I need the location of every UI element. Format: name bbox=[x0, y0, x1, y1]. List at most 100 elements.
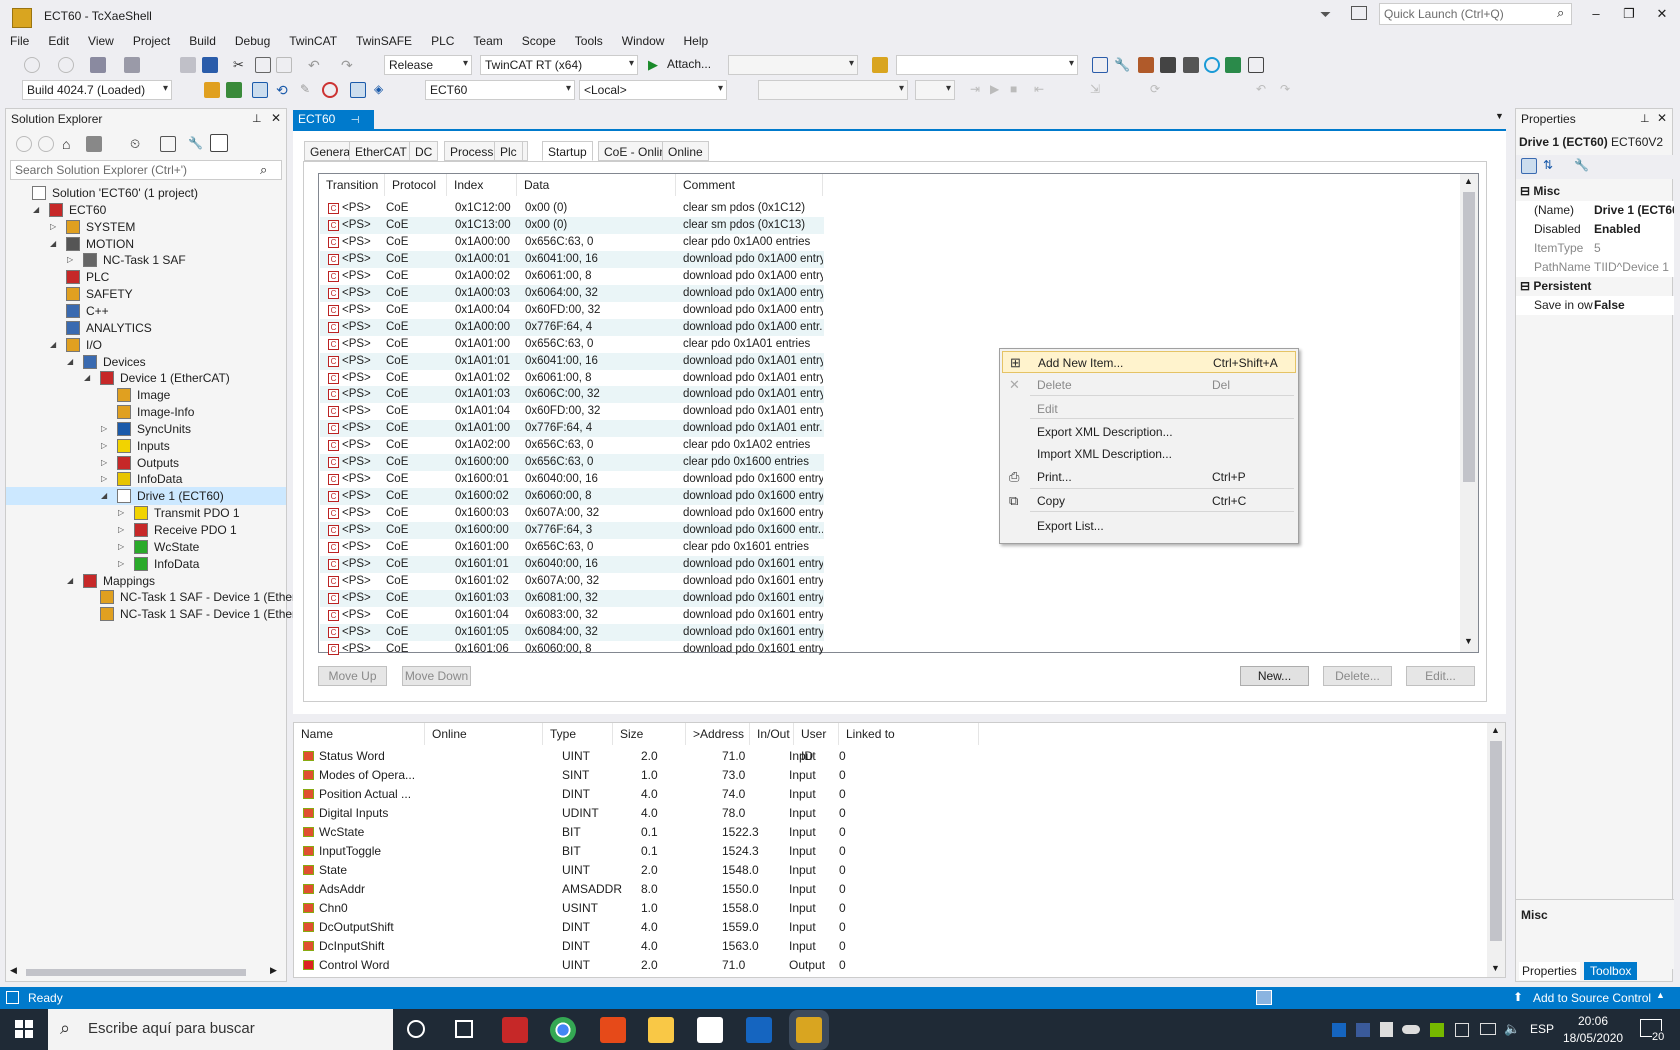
variable-row[interactable]: Control Word UINT 2.0 71.0 Output 0 bbox=[294, 956, 894, 975]
preview-icon[interactable] bbox=[210, 134, 228, 152]
context-menu-item-edit[interactable]: Edit bbox=[1002, 398, 1296, 420]
menu-twinsafe[interactable]: TwinSAFE bbox=[346, 32, 421, 48]
tree-item[interactable]: ◢ Device 1 (EtherCAT) bbox=[6, 369, 286, 387]
startup-row[interactable]: C <PS> CoE 0x1600:02 0x6060:00, 8 download pd… bbox=[320, 488, 824, 506]
tree-item[interactable]: ▷ SyncUnits bbox=[6, 420, 286, 438]
notification-icon[interactable] bbox=[1256, 990, 1272, 1005]
menu-help[interactable]: Help bbox=[673, 32, 717, 48]
property-row[interactable]: PathName TIID^Device 1 bbox=[1516, 258, 1674, 277]
new-project-icon[interactable] bbox=[90, 57, 106, 73]
startup-row[interactable]: C <PS> CoE 0x1A01:03 0x606C:00, 32 download p… bbox=[320, 386, 824, 404]
plc-stop-icon[interactable]: ■ bbox=[1010, 82, 1026, 98]
tree-item[interactable]: ANALYTICS bbox=[6, 319, 286, 337]
variables-scrollbar[interactable]: ▲ ▼ bbox=[1487, 723, 1505, 977]
variable-row[interactable]: State UINT 2.0 1548.0 Input 0 bbox=[294, 861, 894, 880]
category-persistent[interactable]: ⊟ Persistent bbox=[1516, 277, 1674, 296]
move-up-button[interactable]: Move Up bbox=[318, 666, 387, 686]
variable-row[interactable]: WcState BIT 0.1 1522.3 Input 0 bbox=[294, 823, 894, 842]
menu-twincat[interactable]: TwinCAT bbox=[279, 32, 346, 48]
plc-undo-icon[interactable]: ↶ bbox=[1256, 82, 1272, 98]
tab-toolbox[interactable]: Toolbox bbox=[1584, 962, 1638, 980]
expanded-arrow-icon[interactable]: ◢ bbox=[67, 572, 73, 590]
home-icon[interactable]: ⌂ bbox=[62, 136, 78, 152]
context-menu-item-print[interactable]: ⎙ Print... Ctrl+P bbox=[1002, 466, 1296, 488]
reload-icon[interactable]: ⟲ bbox=[276, 82, 292, 98]
twincat-icon-5[interactable] bbox=[1204, 57, 1220, 73]
attach-button[interactable]: Attach... bbox=[667, 57, 711, 71]
collapsed-arrow-icon[interactable]: ▷ bbox=[118, 504, 124, 522]
switch-views-icon[interactable] bbox=[86, 136, 102, 152]
plc-logout-icon[interactable]: ⇤ bbox=[1034, 82, 1050, 98]
tree-item[interactable]: ▷ Outputs bbox=[6, 454, 286, 472]
clock-date[interactable]: 18/05/2020 bbox=[1563, 1031, 1623, 1045]
save-all-icon[interactable] bbox=[202, 57, 218, 73]
search-solution-icon[interactable]: ⌕ bbox=[260, 162, 267, 178]
tree-item[interactable]: NC-Task 1 SAF - Device 1 (EtherCAT) bbox=[6, 588, 323, 606]
startup-row[interactable]: C <PS> CoE 0x1A00:03 0x6064:00, 32 download p… bbox=[320, 284, 824, 302]
context-menu-item-export-list[interactable]: Export List... bbox=[1002, 515, 1296, 537]
startup-row[interactable]: C <PS> CoE 0x1600:00 0x656C:63, 0 clear pdo 0… bbox=[320, 454, 824, 472]
tree-item[interactable]: ◢ Devices bbox=[6, 353, 286, 371]
collapse-icon[interactable]: ⊟ bbox=[1520, 184, 1530, 198]
office-app-icon[interactable] bbox=[600, 1017, 626, 1043]
windows-start-icon[interactable] bbox=[15, 1020, 33, 1038]
alphabetical-icon[interactable]: ⇅ bbox=[1543, 158, 1559, 174]
move-down-button[interactable]: Move Down bbox=[402, 666, 471, 686]
column-header-protocol[interactable]: Protocol bbox=[385, 174, 447, 196]
tray-onedrive-icon[interactable] bbox=[1402, 1025, 1420, 1034]
var-column-user-id[interactable]: User ID bbox=[794, 723, 839, 763]
tray-network-icon[interactable] bbox=[1480, 1023, 1496, 1035]
context-menu-item-import-xml-description[interactable]: Import XML Description... bbox=[1002, 443, 1296, 465]
plc-step-icon[interactable]: ⇲ bbox=[1090, 82, 1106, 98]
props-close-icon[interactable]: ✕ bbox=[1657, 111, 1667, 125]
restart-icon[interactable] bbox=[226, 82, 242, 98]
scan-icon[interactable]: ✎ bbox=[300, 82, 316, 98]
collapsed-arrow-icon[interactable]: ▷ bbox=[118, 555, 124, 573]
object-selector[interactable]: Drive 1 (ECT60) ECT60V2 bbox=[1519, 135, 1671, 153]
startup-row[interactable]: C <PS> CoE 0x1A01:02 0x6061:00, 8 download pd… bbox=[320, 370, 824, 387]
filter-icon[interactable]: ⏷ bbox=[1320, 6, 1331, 23]
startup-row[interactable]: C <PS> CoE 0x1601:04 0x6083:00, 32 download p… bbox=[320, 607, 824, 624]
context-menu-item-delete[interactable]: ✕ Delete Del bbox=[1002, 374, 1296, 396]
scroll-thumb[interactable] bbox=[26, 969, 246, 976]
startup-row[interactable]: C <PS> CoE 0x1A01:00 0x656C:63, 0 clear pdo 0… bbox=[320, 336, 824, 353]
plc-start-icon[interactable]: ▶ bbox=[990, 82, 1006, 98]
quick-launch-input[interactable]: Quick Launch (Ctrl+Q) bbox=[1379, 3, 1572, 25]
column-header-index[interactable]: Index bbox=[447, 174, 517, 196]
startup-row[interactable]: C <PS> CoE 0x1A00:00 0x776F:64, 4 download pd… bbox=[320, 318, 824, 336]
tray-volume-icon[interactable]: 🔈 bbox=[1504, 1021, 1520, 1037]
document-menu-icon[interactable]: ▼ bbox=[1495, 111, 1504, 121]
open-icon[interactable] bbox=[124, 57, 140, 73]
play-icon[interactable]: ▶ bbox=[648, 57, 664, 73]
collapsed-arrow-icon[interactable]: ▷ bbox=[67, 251, 73, 269]
target-select[interactable]: <Local> bbox=[579, 80, 727, 100]
project-select[interactable]: ECT60 bbox=[425, 80, 575, 100]
collapsed-arrow-icon[interactable]: ▷ bbox=[118, 521, 124, 539]
startup-row[interactable]: C <PS> CoE 0x1A01:04 0x60FD:00, 32 download p… bbox=[320, 403, 824, 420]
scroll-thumb[interactable] bbox=[1490, 741, 1502, 941]
collapsed-arrow-icon[interactable]: ▷ bbox=[50, 218, 56, 236]
startup-row[interactable]: C <PS> CoE 0x1C12:00 0x00 (0) clear sm pdos (… bbox=[320, 200, 824, 217]
plc-reset-icon[interactable]: ⟳ bbox=[1150, 82, 1166, 98]
startup-row[interactable]: C <PS> CoE 0x1601:01 0x6040:00, 16 download p… bbox=[320, 555, 824, 573]
target-browser-icon[interactable]: ◈ bbox=[374, 82, 390, 98]
menu-view[interactable]: View bbox=[78, 32, 123, 48]
variable-row[interactable]: Status Word UINT 2.0 71.0 Input 0 bbox=[294, 747, 894, 766]
configuration-select[interactable]: Release bbox=[384, 55, 472, 75]
variable-row[interactable]: Position Actual ... DINT 4.0 74.0 Input 0 bbox=[294, 785, 894, 804]
variable-row[interactable]: InputToggle BIT 0.1 1524.3 Input 0 bbox=[294, 842, 894, 861]
scroll-up-arrow[interactable]: ▲ bbox=[1464, 176, 1473, 186]
startup-row[interactable]: C <PS> CoE 0x1A01:00 0x776F:64, 4 download pd… bbox=[320, 420, 824, 438]
solution-search-input[interactable]: Search Solution Explorer (Ctrl+') bbox=[10, 160, 282, 180]
scroll-left-arrow[interactable]: ◀ bbox=[10, 965, 17, 976]
cut-icon[interactable]: ✂ bbox=[233, 57, 249, 73]
expanded-arrow-icon[interactable]: ◢ bbox=[101, 487, 107, 505]
add-to-source-control[interactable]: Add to Source Control bbox=[1533, 991, 1651, 1005]
collapsed-arrow-icon[interactable]: ▷ bbox=[101, 437, 107, 455]
vertical-scrollbar[interactable]: ▲ ▼ bbox=[1460, 174, 1478, 652]
tree-item[interactable]: C++ bbox=[6, 302, 286, 320]
twincat-icon-2[interactable] bbox=[1138, 57, 1154, 73]
variable-row[interactable]: Digital Inputs UDINT 4.0 78.0 Input 0 bbox=[294, 804, 894, 823]
startup-row[interactable]: C <PS> CoE 0x1600:00 0x776F:64, 3 download pd… bbox=[320, 522, 824, 540]
close-button[interactable]: ✕ bbox=[1652, 6, 1672, 22]
